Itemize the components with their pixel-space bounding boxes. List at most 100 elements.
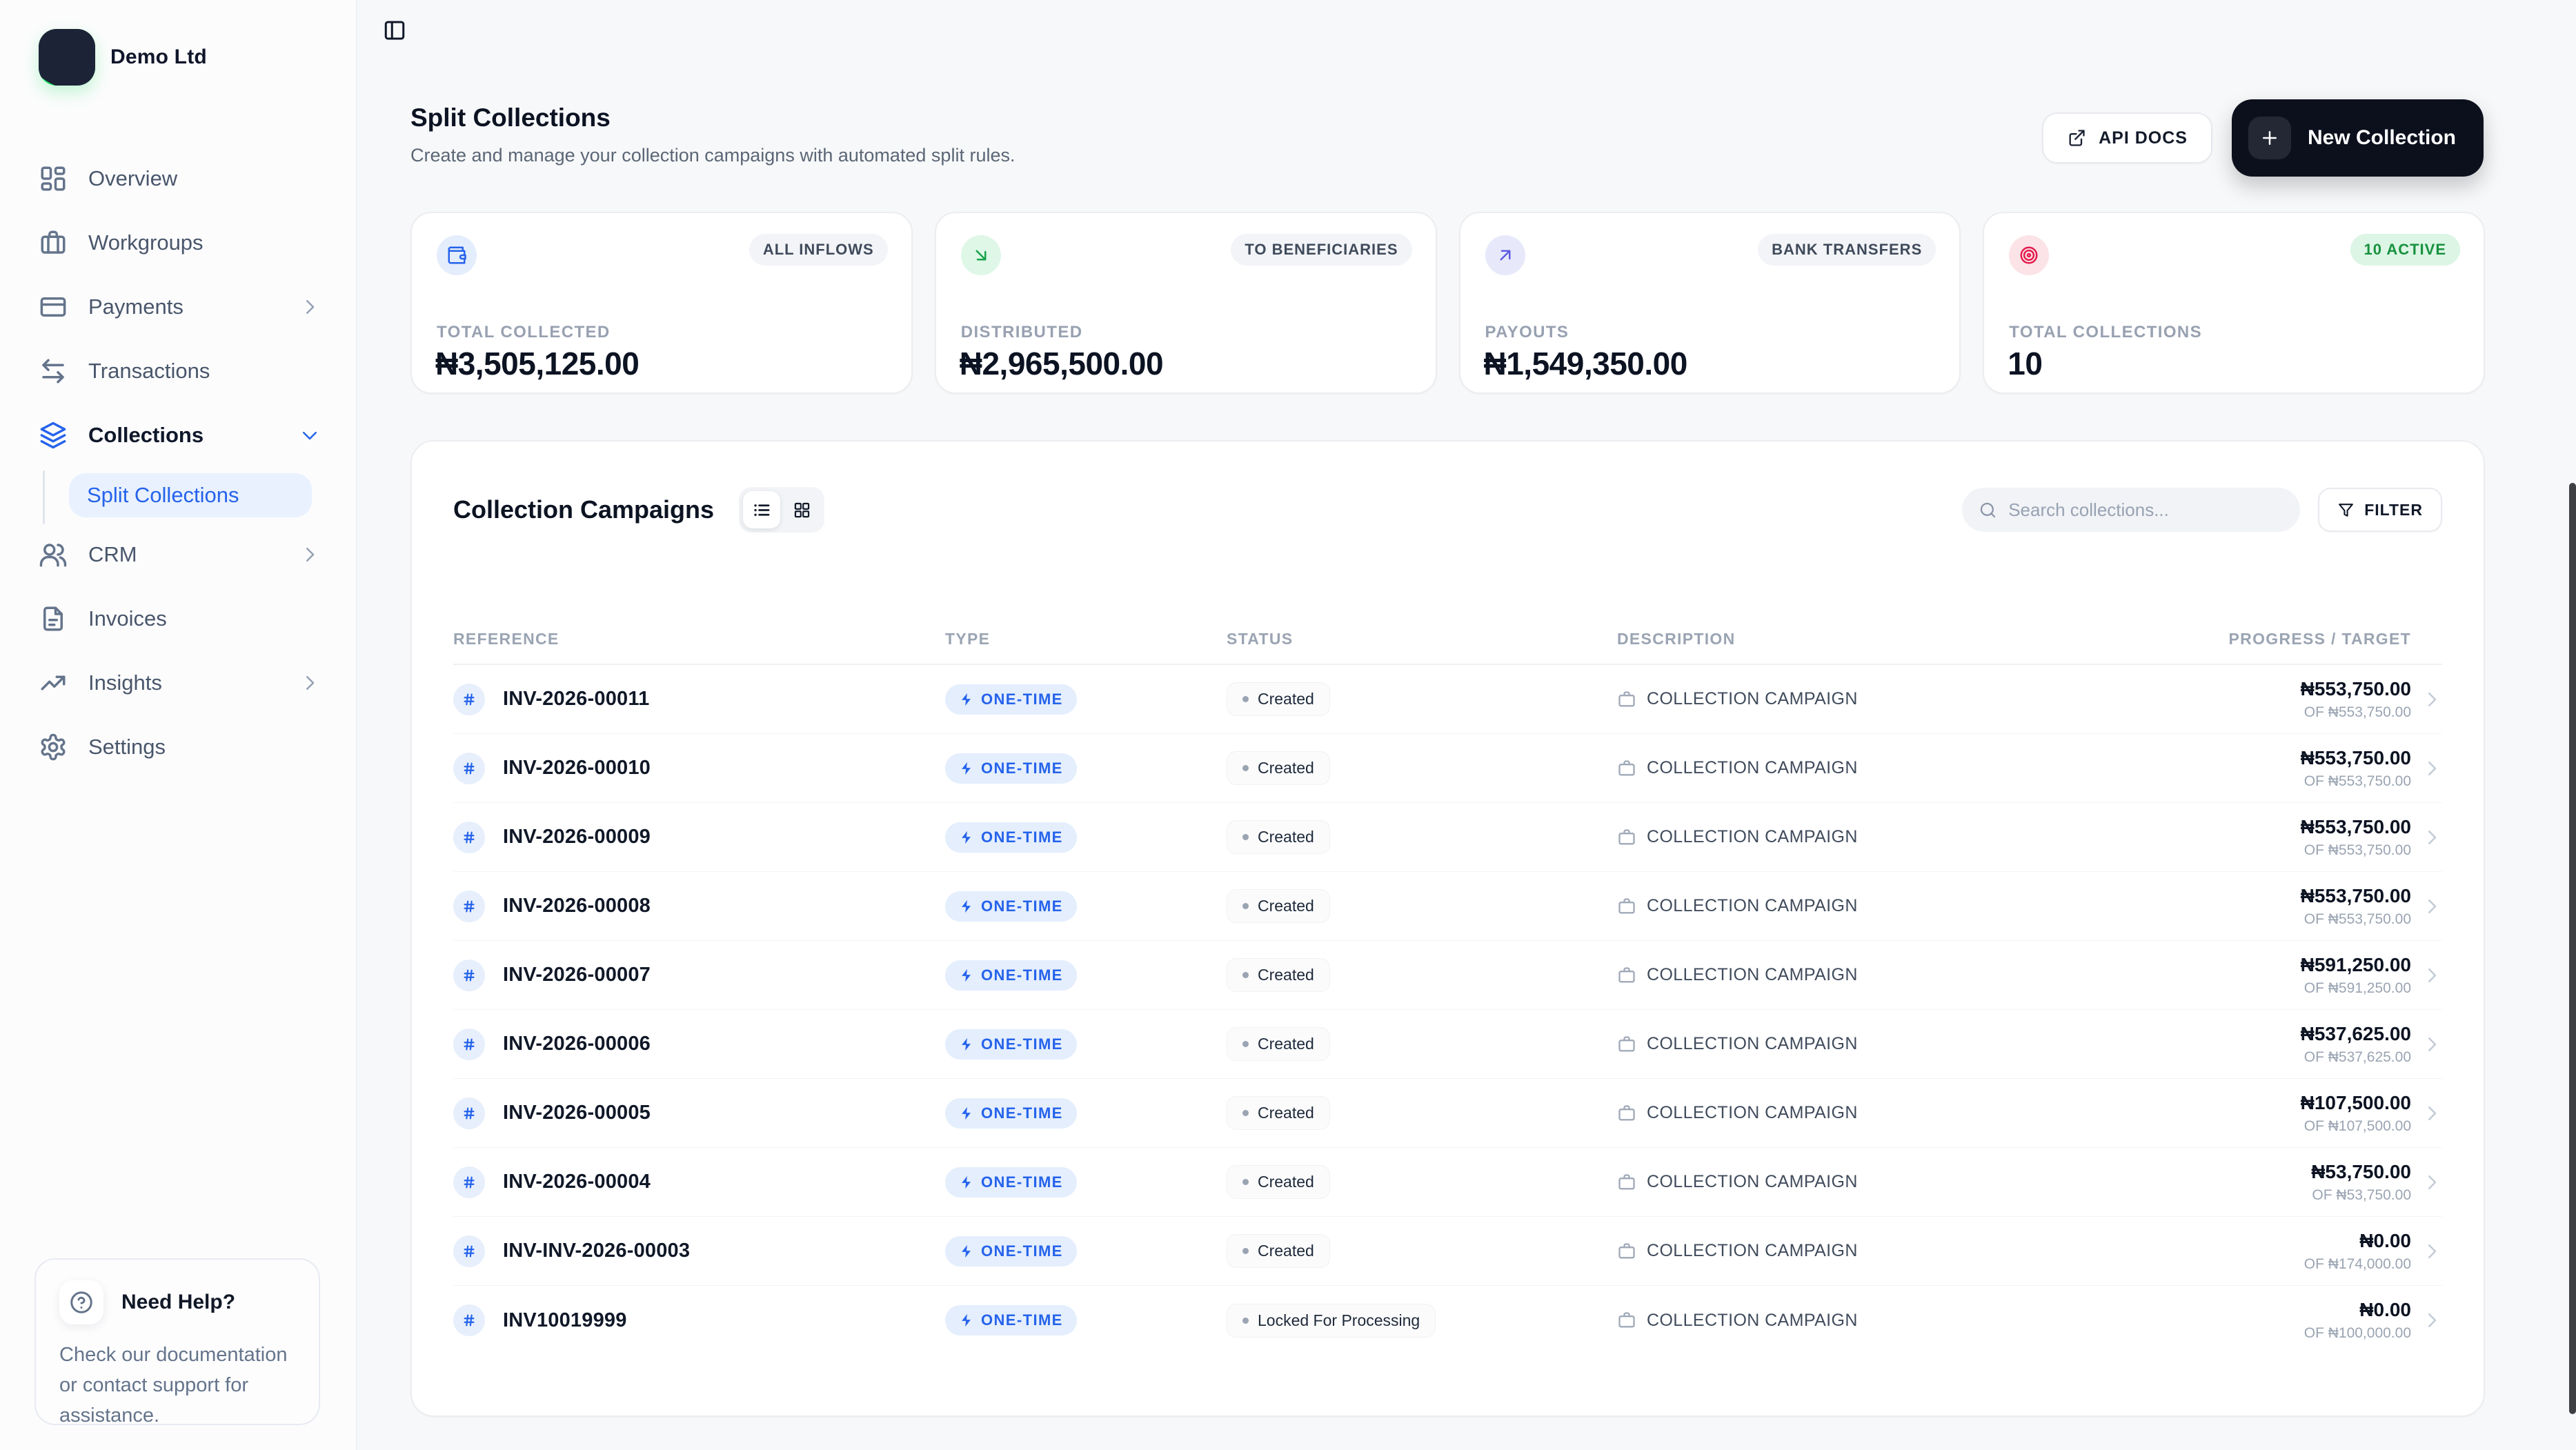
chevron-right-icon[interactable] [2421, 1310, 2442, 1331]
chevron-right-icon[interactable] [2421, 827, 2442, 848]
chevron-right-icon[interactable] [2421, 1241, 2442, 1262]
help-card[interactable]: Need Help? Check our documentation or co… [34, 1258, 320, 1425]
scrollbar-thumb[interactable] [2569, 483, 2576, 1414]
dashboard-icon [39, 164, 68, 193]
hash-icon [453, 684, 485, 715]
briefcase-icon [39, 228, 68, 257]
row-target: OF ₦174,000.00 [2177, 1256, 2411, 1273]
row-type: ONE-TIME [981, 1242, 1063, 1260]
list-view-button[interactable] [743, 491, 780, 528]
row-type: ONE-TIME [981, 1035, 1063, 1053]
chevron-right-icon[interactable] [2421, 1172, 2442, 1193]
table-row[interactable]: INV-INV-2026-00003 ONE-TIME Created COLL… [453, 1217, 2442, 1286]
sidebar-item-collections[interactable]: Collections [0, 409, 356, 461]
row-description: COLLECTION CAMPAIGN [1647, 1034, 1858, 1054]
sidebar-item-invoices[interactable]: Invoices [0, 593, 356, 645]
search-input[interactable] [2008, 499, 2283, 521]
chevron-down-icon [299, 425, 320, 446]
type-badge: ONE-TIME [945, 1305, 1077, 1335]
stat-badge: 10 ACTIVE [2350, 234, 2460, 266]
row-description: COLLECTION CAMPAIGN [1647, 758, 1858, 778]
hash-icon [453, 1304, 485, 1336]
table-row[interactable]: INV-2026-00006 ONE-TIME Created COLLECTI… [453, 1010, 2442, 1079]
row-target: OF ₦591,250.00 [2177, 980, 2411, 997]
row-status: Created [1258, 759, 1314, 777]
stat-label: PAYOUTS [1485, 323, 1569, 342]
arrow-down-right-icon [961, 235, 1001, 275]
sidebar-item-settings[interactable]: Settings [0, 721, 356, 773]
table-row[interactable]: INV-2026-00004 ONE-TIME Created COLLECTI… [453, 1148, 2442, 1217]
table-row[interactable]: INV-2026-00010 ONE-TIME Created COLLECTI… [453, 734, 2442, 803]
search-icon [1979, 501, 1997, 519]
sidebar-item-payments[interactable]: Payments [0, 281, 356, 333]
sidebar-item-label: Collections [88, 423, 204, 448]
briefcase-icon [1617, 759, 1636, 778]
row-reference: INV-2026-00011 [503, 688, 649, 711]
new-collection-button[interactable]: New Collection [2232, 99, 2484, 177]
grid-icon [793, 501, 811, 519]
chevron-right-icon[interactable] [2421, 1103, 2442, 1124]
status-dot-icon [1242, 1248, 1249, 1254]
table-row[interactable]: INV10019999 ONE-TIME Locked For Processi… [453, 1286, 2442, 1355]
column-header-type: TYPE [945, 630, 1227, 648]
briefcase-icon [1617, 1311, 1636, 1330]
status-badge: Created [1227, 1027, 1330, 1061]
sidebar-toggle-icon[interactable] [382, 18, 407, 43]
sidebar-item-label: CRM [88, 542, 137, 567]
hash-icon [453, 1166, 485, 1198]
table-row[interactable]: INV-2026-00011 ONE-TIME Created COLLECTI… [453, 665, 2442, 734]
stat-label: DISTRIBUTED [961, 323, 1083, 342]
chevron-right-icon[interactable] [2421, 689, 2442, 710]
row-description: COLLECTION CAMPAIGN [1647, 1172, 1858, 1192]
grid-view-button[interactable] [783, 491, 820, 528]
row-type: ONE-TIME [981, 1104, 1063, 1122]
chevron-right-icon[interactable] [2421, 758, 2442, 779]
sidebar-item-label: Transactions [88, 359, 210, 384]
type-badge: ONE-TIME [945, 753, 1077, 784]
row-description: COLLECTION CAMPAIGN [1647, 689, 1858, 709]
row-status: Created [1258, 1104, 1314, 1122]
table-body: INV-2026-00011 ONE-TIME Created COLLECTI… [453, 665, 2442, 1355]
sidebar-item-workgroups[interactable]: Workgroups [0, 217, 356, 269]
filter-button[interactable]: FILTER [2318, 488, 2442, 532]
status-badge: Created [1227, 1165, 1330, 1199]
chevron-right-icon [299, 297, 320, 317]
briefcase-icon [1617, 1173, 1636, 1192]
help-circle-icon [69, 1290, 94, 1315]
row-status: Created [1258, 1035, 1314, 1053]
table-row[interactable]: INV-2026-00008 ONE-TIME Created COLLECTI… [453, 872, 2442, 941]
type-badge: ONE-TIME [945, 822, 1077, 853]
api-docs-button[interactable]: API DOCS [2042, 112, 2212, 163]
chevron-right-icon[interactable] [2421, 896, 2442, 917]
sidebar-subitem-split-collections[interactable]: Split Collections [69, 473, 312, 517]
row-target: OF ₦107,500.00 [2177, 1118, 2411, 1135]
sidebar-item-crm[interactable]: CRM [0, 528, 356, 581]
wallet-icon [437, 235, 477, 275]
sidebar-item-overview[interactable]: Overview [0, 152, 356, 205]
users-icon [39, 540, 68, 569]
stat-label: TOTAL COLLECTED [437, 323, 611, 342]
target-icon [2009, 235, 2049, 275]
hash-icon [453, 1235, 485, 1267]
status-dot-icon [1242, 765, 1249, 771]
row-status: Locked For Processing [1258, 1311, 1420, 1330]
sidebar-submenu: Split Collections [0, 473, 356, 517]
sidebar-item-transactions[interactable]: Transactions [0, 345, 356, 397]
table-row[interactable]: INV-2026-00007 ONE-TIME Created COLLECTI… [453, 941, 2442, 1010]
status-badge: Created [1227, 682, 1330, 716]
status-dot-icon [1242, 1318, 1249, 1324]
external-link-icon [2067, 128, 2086, 148]
row-type: ONE-TIME [981, 1173, 1063, 1191]
chevron-right-icon[interactable] [2421, 1034, 2442, 1055]
sidebar-item-insights[interactable]: Insights [0, 657, 356, 709]
api-docs-label: API DOCS [2099, 128, 2188, 148]
table-row[interactable]: INV-2026-00005 ONE-TIME Created COLLECTI… [453, 1079, 2442, 1148]
row-progress: ₦553,750.00 [2177, 816, 2411, 838]
row-description: COLLECTION CAMPAIGN [1647, 1241, 1858, 1261]
layers-icon [39, 421, 68, 450]
hash-icon [453, 822, 485, 853]
chevron-right-icon[interactable] [2421, 965, 2442, 986]
table-row[interactable]: INV-2026-00009 ONE-TIME Created COLLECTI… [453, 803, 2442, 872]
status-badge: Created [1227, 889, 1330, 923]
row-type: ONE-TIME [981, 828, 1063, 846]
